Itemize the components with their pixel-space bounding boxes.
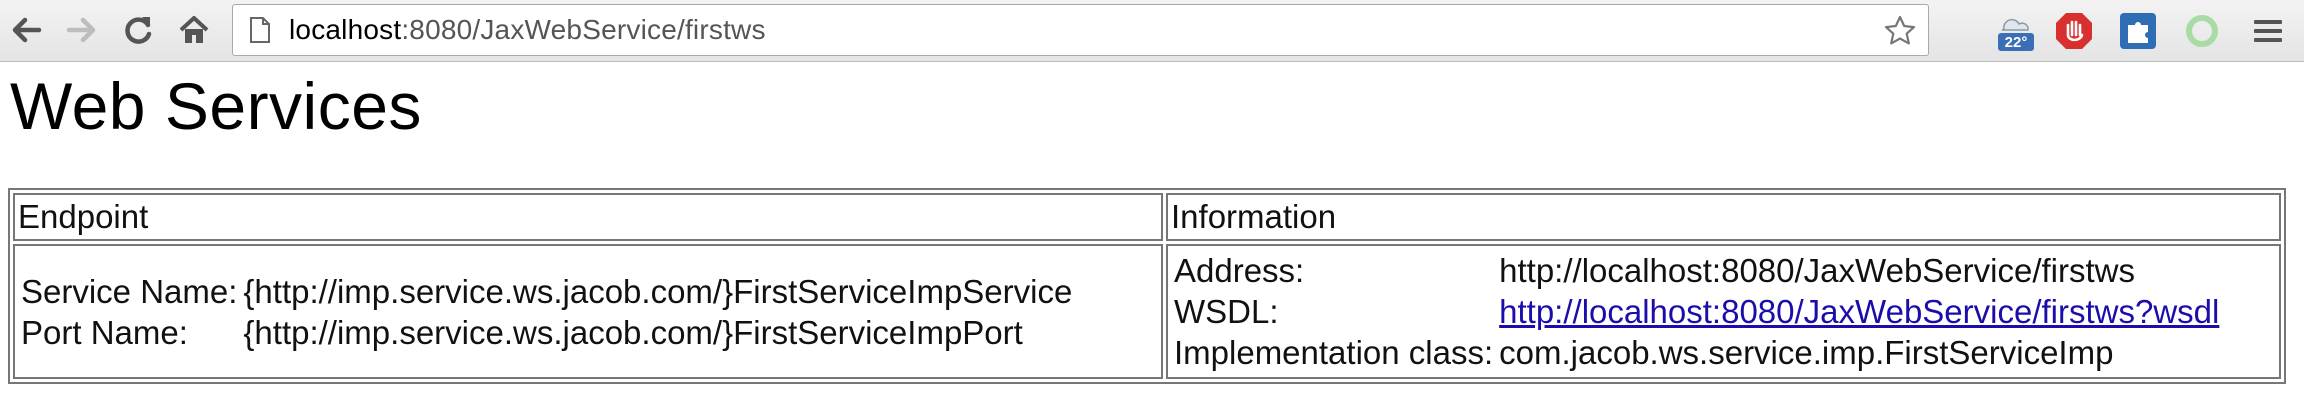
table-row: Service Name: {http://imp.service.ws.jac… <box>13 244 2281 379</box>
port-name-value: {http://imp.service.ws.jacob.com/}FirstS… <box>243 313 1023 351</box>
address-label: Address: <box>1174 252 1305 289</box>
information-header: Information <box>1166 193 2281 241</box>
url-host: localhost <box>289 14 402 45</box>
endpoint-details: Service Name: {http://imp.service.ws.jac… <box>21 271 1078 353</box>
reload-icon <box>125 17 152 44</box>
endpoint-cell: Service Name: {http://imp.service.ws.jac… <box>13 244 1163 379</box>
browser-toolbar: localhost:8080/JaxWebService/firstws 22° <box>0 0 2304 62</box>
back-button[interactable] <box>6 10 46 50</box>
service-name-label: Service Name: <box>21 272 238 310</box>
chrome-menu-icon[interactable] <box>2247 10 2289 52</box>
forward-button[interactable] <box>62 10 102 50</box>
status-ring-icon[interactable] <box>2181 10 2223 52</box>
home-icon <box>179 16 209 43</box>
adblock-stop-icon[interactable] <box>2053 10 2095 52</box>
reload-button[interactable] <box>118 10 158 50</box>
forward-arrow-icon <box>66 17 96 43</box>
wsdl-label: WSDL: <box>1174 293 1279 330</box>
page-title: Web Services <box>10 69 422 143</box>
port-name-label: Port Name: <box>21 313 188 351</box>
home-button[interactable] <box>174 10 214 50</box>
url-text[interactable]: localhost:8080/JaxWebService/firstws <box>289 14 766 46</box>
implementation-class-label: Implementation class: <box>1174 334 1494 371</box>
web-services-table: Endpoint Information Service Name: {http… <box>8 188 2286 384</box>
service-name-value: {http://imp.service.ws.jacob.com/}FirstS… <box>243 272 1073 310</box>
weather-temp: 22° <box>2005 34 2028 51</box>
weather-extension-icon[interactable]: 22° <box>1994 10 2036 52</box>
implementation-class-value: com.jacob.ws.service.imp.FirstServiceImp <box>1499 334 2114 371</box>
bookmark-star-icon[interactable] <box>1880 11 1920 51</box>
back-arrow-icon <box>12 17 42 43</box>
information-cell: Address: http://localhost:8080/JaxWebSer… <box>1166 244 2281 379</box>
url-path: :8080/JaxWebService/firstws <box>401 14 766 45</box>
wsdl-link[interactable]: http://localhost:8080/JaxWebService/firs… <box>1499 293 2219 330</box>
puzzle-extension-icon[interactable] <box>2117 10 2159 52</box>
address-bar[interactable]: localhost:8080/JaxWebService/firstws <box>232 4 1929 56</box>
page-icon <box>249 15 279 45</box>
information-details: Address: http://localhost:8080/JaxWebSer… <box>1174 250 2225 373</box>
endpoint-header: Endpoint <box>13 193 1163 241</box>
address-value: http://localhost:8080/JaxWebService/firs… <box>1499 252 2135 289</box>
table-header-row: Endpoint Information <box>13 193 2281 241</box>
page-content: Web Services Endpoint Information Servic… <box>0 62 2304 420</box>
